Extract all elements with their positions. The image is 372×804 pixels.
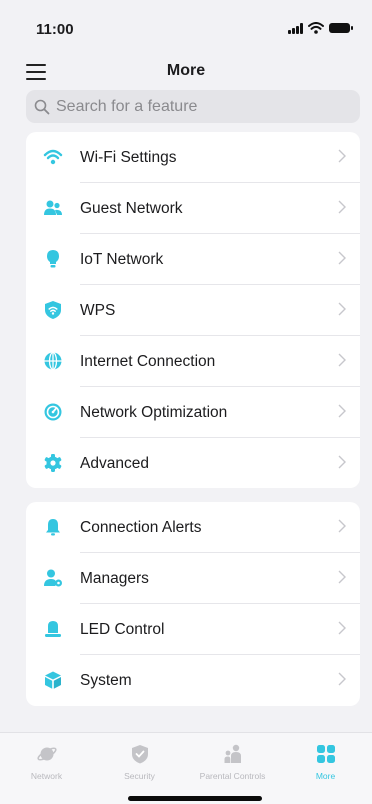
family-icon <box>224 744 241 763</box>
status-icons <box>288 22 353 34</box>
chevron-right-icon <box>338 353 346 367</box>
manager-user-icon <box>44 569 62 587</box>
chevron-right-icon <box>338 404 346 418</box>
chevron-right-icon <box>338 302 346 316</box>
menu-item-managers[interactable]: Managers <box>26 553 360 604</box>
chevron-right-icon <box>338 672 346 686</box>
chevron-right-icon <box>338 251 346 265</box>
wifi-status-icon <box>308 22 324 34</box>
settings-group-2: Connection Alerts Managers LED Control S… <box>26 502 360 706</box>
chevron-right-icon <box>338 621 346 635</box>
network-planet-icon <box>36 747 57 761</box>
menu-item-wifi-settings[interactable]: Wi-Fi Settings <box>26 132 360 183</box>
menu-item-label: Network Optimization <box>80 403 228 421</box>
search-icon <box>34 99 50 114</box>
wifi-icon <box>43 149 63 165</box>
menu-item-advanced[interactable]: Advanced <box>26 438 360 489</box>
battery-icon <box>329 23 353 33</box>
search-input[interactable] <box>54 96 348 117</box>
optimization-icon <box>44 403 62 421</box>
menu-item-iot-network[interactable]: IoT Network <box>26 234 360 285</box>
menu-item-label: IoT Network <box>80 250 164 268</box>
page-title: More <box>166 62 206 79</box>
chevron-right-icon <box>338 455 346 469</box>
menu-item-label: Internet Connection <box>80 352 216 370</box>
chevron-right-icon <box>338 200 346 214</box>
lightbulb-icon <box>47 250 59 268</box>
menu-item-wps[interactable]: WPS <box>26 285 360 336</box>
cellular-signal-icon <box>288 22 303 34</box>
menu-item-label: Connection Alerts <box>80 518 202 536</box>
menu-item-internet-connection[interactable]: Internet Connection <box>26 336 360 387</box>
menu-item-system[interactable]: System <box>26 655 360 706</box>
globe-icon <box>44 351 62 371</box>
tab-bar: Network Security Parental Controls More <box>0 732 372 804</box>
bell-icon <box>46 519 60 536</box>
menu-item-label: Managers <box>80 569 149 587</box>
menu-item-label: Advanced <box>80 454 149 472</box>
gear-icon <box>44 454 62 472</box>
menu-item-label: LED Control <box>80 620 165 638</box>
menu-item-led-control[interactable]: LED Control <box>26 604 360 655</box>
tab-security[interactable]: Security <box>93 743 186 781</box>
search-bar[interactable] <box>26 90 360 123</box>
tab-network[interactable]: Network <box>0 743 93 781</box>
settings-group-1: Wi-Fi Settings Guest Network IoT Network <box>26 132 360 488</box>
tab-label: Security <box>124 771 155 781</box>
tab-label: Parental Controls <box>199 771 266 781</box>
menu-item-network-optimization[interactable]: Network Optimization <box>26 387 360 438</box>
menu-item-label: WPS <box>80 301 116 319</box>
chevron-right-icon <box>338 519 346 533</box>
status-time: 11:00 <box>36 21 74 38</box>
tab-label: More <box>315 771 336 781</box>
security-shield-icon <box>131 745 148 764</box>
menu-item-guest-network[interactable]: Guest Network <box>26 183 360 234</box>
grid-icon <box>316 745 335 763</box>
header: More <box>0 56 372 90</box>
menu-item-label: Wi-Fi Settings <box>80 148 177 166</box>
wps-shield-icon <box>45 301 61 319</box>
tab-label: Network <box>30 771 63 781</box>
chevron-right-icon <box>338 570 346 584</box>
menu-item-label: System <box>80 671 132 689</box>
home-indicator[interactable] <box>128 796 262 801</box>
menu-item-connection-alerts[interactable]: Connection Alerts <box>26 502 360 553</box>
system-box-icon <box>45 671 61 689</box>
chevron-right-icon <box>338 149 346 163</box>
guest-users-icon <box>44 200 62 215</box>
led-icon <box>45 621 61 637</box>
tab-more[interactable]: More <box>279 743 372 781</box>
status-bar: 11:00 <box>0 0 372 56</box>
menu-item-label: Guest Network <box>80 199 183 217</box>
tab-parental-controls[interactable]: Parental Controls <box>186 743 279 781</box>
